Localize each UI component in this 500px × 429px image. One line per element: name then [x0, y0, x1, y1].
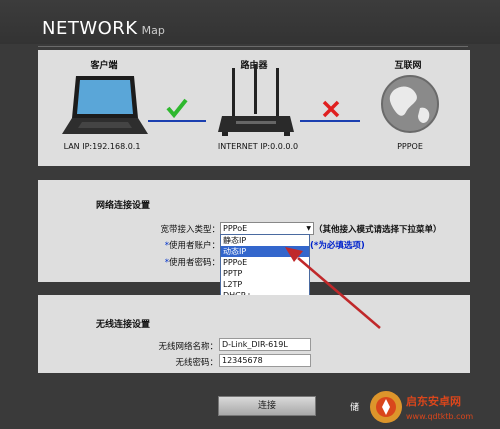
connect-button[interactable]: 连接 — [218, 396, 316, 416]
svg-text:www.qdtktb.com: www.qdtktb.com — [406, 412, 473, 421]
svg-text:启东安卓网: 启东安卓网 — [406, 394, 461, 408]
save-button[interactable]: 储 — [350, 400, 359, 413]
watermark-logo: 启东安卓网 www.qdtktb.com — [370, 391, 473, 423]
annotation-arrow — [285, 247, 381, 329]
